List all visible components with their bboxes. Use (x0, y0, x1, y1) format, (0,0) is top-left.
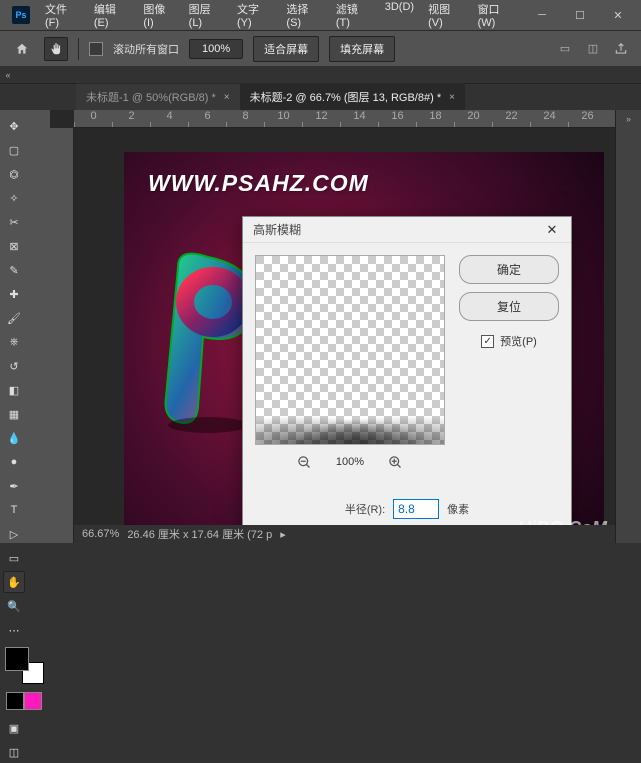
fill-screen-button[interactable]: 填充屏幕 (329, 36, 395, 62)
scroll-all-label: 滚动所有窗口 (113, 41, 179, 57)
quickmask-on-icon[interactable] (24, 692, 42, 710)
minimize-button[interactable]: ─ (523, 1, 561, 29)
shape-tool-icon[interactable]: ▭ (3, 547, 25, 569)
ok-button[interactable]: 确定 (459, 255, 559, 284)
collapse-icon[interactable]: « (0, 70, 16, 80)
screenmode-icon[interactable]: ▣ (3, 717, 25, 739)
app-logo: Ps (12, 6, 30, 24)
menu-3d[interactable]: 3D(D) (378, 0, 421, 35)
menu-view[interactable]: 视图(V) (421, 0, 470, 35)
main-menu: 文件(F) 编辑(E) 图像(I) 图层(L) 文字(Y) 选择(S) 滤镜(T… (38, 0, 523, 35)
history-brush-icon[interactable]: ↺ (3, 355, 25, 377)
maximize-button[interactable]: ☐ (561, 1, 599, 29)
quickmask-off-icon[interactable] (6, 692, 24, 710)
menu-image[interactable]: 图像(I) (136, 0, 181, 35)
close-tab-icon[interactable]: × (224, 92, 230, 103)
color-swatches[interactable] (6, 648, 44, 684)
more-tool-icon[interactable]: ⋯ (3, 619, 25, 641)
scroll-all-checkbox[interactable] (89, 42, 103, 56)
share-icon[interactable] (611, 39, 631, 59)
status-dims: 26.46 厘米 x 17.64 厘米 (72 p (127, 526, 272, 542)
tool-palette: ✥ ▢ ⏣ ✧ ✂ ⊠ ✎ ✚ 🖌 ⎈ ↺ ◧ ▦ 💧 ● ✒ T ▷ ▭ ✋ … (0, 110, 50, 543)
menu-window[interactable]: 窗口(W) (471, 0, 523, 35)
dialog-title: 高斯模糊 (253, 221, 543, 238)
menu-file[interactable]: 文件(F) (38, 0, 87, 35)
menu-edit[interactable]: 编辑(E) (87, 0, 136, 35)
fit-screen-button[interactable]: 适合屏幕 (253, 36, 319, 62)
tab-doc-1[interactable]: 未标题-1 @ 50%(RGB/8) * × (76, 83, 240, 110)
preview-label: 预览(P) (500, 333, 537, 349)
zoom-tool-icon[interactable]: 🔍 (3, 595, 25, 617)
right-panel-strip: » (615, 110, 641, 543)
home-icon[interactable] (10, 37, 34, 61)
hand-tool-icon[interactable]: ✋ (3, 571, 25, 593)
artwork-text: WWW.PSAHZ.COM (148, 170, 369, 197)
gradient-tool-icon[interactable]: ▦ (3, 403, 25, 425)
dodge-tool-icon[interactable]: ● (3, 451, 25, 473)
fg-swatch[interactable] (6, 648, 28, 670)
brush-tool-icon[interactable]: 🖌 (3, 307, 25, 329)
zoom-in-icon[interactable] (386, 453, 404, 471)
menu-select[interactable]: 选择(S) (279, 0, 328, 35)
frame-tool-icon[interactable]: ⊠ (3, 235, 25, 257)
screenmode-icon-2[interactable]: ◫ (3, 741, 25, 763)
status-bar: 66.67% 26.46 厘米 x 17.64 厘米 (72 p ▸ (74, 525, 615, 543)
radius-input[interactable] (393, 499, 439, 519)
marquee-tool-icon[interactable]: ▢ (3, 139, 25, 161)
preview-checkbox[interactable]: ✓ (481, 335, 494, 348)
status-zoom[interactable]: 66.67% (82, 528, 119, 540)
menu-type[interactable]: 文字(Y) (230, 0, 279, 35)
pen-tool-icon[interactable]: ✒ (3, 475, 25, 497)
radius-label: 半径(R): (345, 501, 385, 517)
zoom-out-icon[interactable] (296, 453, 314, 471)
options-bar: 滚动所有窗口 100% 适合屏幕 填充屏幕 ▭ ◫ (0, 30, 641, 66)
filter-preview[interactable] (255, 255, 445, 445)
collapse-right-icon[interactable]: » (621, 114, 637, 124)
menu-layer[interactable]: 图层(L) (182, 0, 230, 35)
panel-icon-1[interactable]: ▭ (555, 39, 575, 59)
gaussian-blur-dialog: 高斯模糊 ✕ 100% 确定 (242, 216, 572, 534)
radius-unit: 像素 (447, 501, 469, 517)
close-button[interactable]: ✕ (599, 1, 637, 29)
reset-button[interactable]: 复位 (459, 292, 559, 321)
path-tool-icon[interactable]: ▷ (3, 523, 25, 545)
ruler-horizontal (74, 110, 615, 128)
tab-label: 未标题-1 @ 50%(RGB/8) * (86, 89, 216, 105)
hand-tool-icon[interactable] (44, 37, 68, 61)
ruler-vertical (50, 128, 74, 543)
tab-label: 未标题-2 @ 66.7% (图层 13, RGB/8#) * (250, 89, 442, 105)
preview-zoom: 100% (336, 456, 364, 468)
heal-tool-icon[interactable]: ✚ (3, 283, 25, 305)
wand-tool-icon[interactable]: ✧ (3, 187, 25, 209)
stamp-tool-icon[interactable]: ⎈ (3, 331, 25, 353)
blur-tool-icon[interactable]: 💧 (3, 427, 25, 449)
close-tab-icon[interactable]: × (449, 92, 455, 103)
eraser-tool-icon[interactable]: ◧ (3, 379, 25, 401)
crop-tool-icon[interactable]: ✂ (3, 211, 25, 233)
titlebar: Ps 文件(F) 编辑(E) 图像(I) 图层(L) 文字(Y) 选择(S) 滤… (0, 0, 641, 30)
lasso-tool-icon[interactable]: ⏣ (3, 163, 25, 185)
eyedropper-tool-icon[interactable]: ✎ (3, 259, 25, 281)
status-dropdown-icon[interactable]: ▸ (280, 528, 286, 541)
type-tool-icon[interactable]: T (3, 499, 25, 521)
zoom-value[interactable]: 100% (189, 39, 243, 59)
move-tool-icon[interactable]: ✥ (3, 115, 25, 137)
canvas-area: WWW.PSAHZ.COM 高斯模糊 (50, 110, 615, 543)
dialog-close-icon[interactable]: ✕ (543, 221, 561, 239)
panel-icon-2[interactable]: ◫ (583, 39, 603, 59)
menu-filter[interactable]: 滤镜(T) (329, 0, 378, 35)
document-tabs: 未标题-1 @ 50%(RGB/8) * × 未标题-2 @ 66.7% (图层… (76, 84, 641, 110)
tab-doc-2[interactable]: 未标题-2 @ 66.7% (图层 13, RGB/8#) * × (240, 83, 465, 110)
